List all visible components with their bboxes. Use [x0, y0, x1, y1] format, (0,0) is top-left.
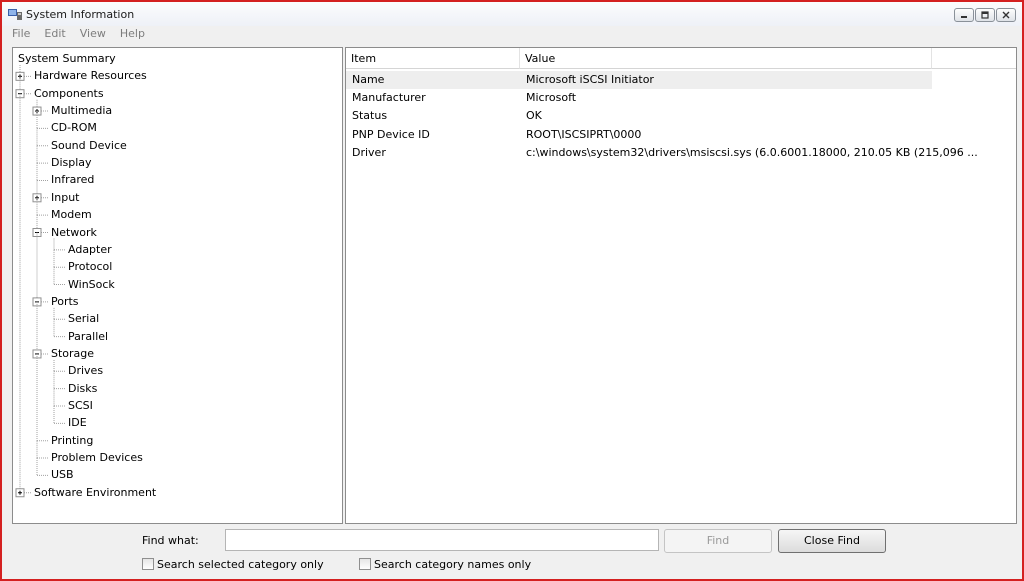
cell-item: PNP Device ID [352, 127, 430, 141]
column-header-value[interactable]: Value [520, 48, 932, 69]
search-selected-category-option[interactable]: Search selected category only [142, 557, 324, 571]
tree-item-modem[interactable]: Modem [51, 208, 92, 222]
cell-item: Manufacturer [352, 91, 426, 105]
tree-item-adapter[interactable]: Adapter [68, 243, 112, 257]
close-find-button[interactable]: Close Find [778, 529, 886, 553]
search-selected-label: Search selected category only [157, 557, 324, 571]
tree-item-serial[interactable]: Serial [68, 312, 99, 326]
cell-item: Name [352, 73, 385, 86]
search-names-label: Search category names only [374, 557, 532, 571]
tree-item-infrared[interactable]: Infrared [51, 173, 94, 187]
cell-item: Driver [352, 145, 386, 159]
tree-item-multimedia[interactable]: Multimedia [51, 104, 112, 118]
cell-value: Microsoft iSCSI Initiator [526, 73, 654, 86]
title-bar[interactable]: System Information [2, 2, 1022, 26]
tree-item-drives[interactable]: Drives [68, 364, 103, 378]
cell-value: c:\windows\system32\drivers\msiscsi.sys … [526, 145, 978, 159]
menu-view[interactable]: View [80, 27, 106, 43]
table-row[interactable]: Driver c:\windows\system32\drivers\msiscs… [346, 144, 978, 162]
tree-item-ports[interactable]: Ports [51, 295, 79, 309]
menu-edit[interactable]: Edit [44, 27, 65, 43]
tree-item-network[interactable]: Network [51, 226, 97, 240]
find-what-label: Find what: [142, 534, 199, 547]
window-title: System Information [26, 8, 135, 21]
expand-icon[interactable] [15, 488, 25, 498]
menu-bar: File Edit View Help [12, 27, 145, 43]
cell-value: OK [526, 109, 542, 123]
cell-item: Status [352, 109, 388, 123]
tree-item-usb[interactable]: USB [51, 468, 74, 482]
tree-item-components[interactable]: Components [34, 87, 104, 101]
table-row[interactable]: Manufacturer Microsoft [346, 89, 932, 107]
tree-item-winsock[interactable]: WinSock [68, 278, 115, 292]
close-window-button[interactable] [996, 8, 1016, 22]
tree-item-parallel[interactable]: Parallel [68, 330, 108, 344]
find-what-input[interactable] [225, 529, 659, 551]
caption-buttons [954, 8, 1016, 22]
tree-item-hardware-resources[interactable]: Hardware Resources [34, 69, 147, 83]
tree-item-system-summary[interactable]: System Summary [18, 52, 116, 66]
cell-value: Microsoft [526, 91, 577, 105]
tree-item-display[interactable]: Display [51, 156, 92, 170]
minimize-icon [961, 16, 967, 18]
tree-item-ide[interactable]: IDE [68, 416, 87, 430]
find-button[interactable]: Find [664, 529, 772, 553]
tree-item-sound-device[interactable]: Sound Device [51, 139, 127, 153]
table-row[interactable]: PNP Device ID ROOT\ISCSIPRT\0000 [346, 126, 932, 144]
table-row[interactable]: Status OK [346, 107, 932, 125]
search-names-checkbox[interactable] [359, 558, 371, 570]
column-header-item[interactable]: Item [346, 48, 520, 69]
tree-item-input[interactable]: Input [51, 191, 79, 205]
tree-item-software-environment[interactable]: Software Environment [34, 486, 156, 500]
search-names-option[interactable]: Search category names only [359, 557, 531, 571]
category-tree[interactable]: System Summary Hardware Resources Componen… [12, 47, 343, 524]
table-row[interactable]: Name Microsoft iSCSI Initiator [346, 71, 932, 89]
minimize-button[interactable] [954, 8, 974, 22]
column-header-filler [932, 48, 1016, 69]
app-window: System Information File Edit View Help S… [0, 0, 1024, 581]
tree-item-printing[interactable]: Printing [51, 434, 93, 448]
tree-item-protocol[interactable]: Protocol [68, 260, 112, 274]
close-icon [1002, 11, 1010, 19]
tree-item-cd-rom[interactable]: CD-ROM [51, 121, 97, 135]
cell-value: ROOT\ISCSIPRT\0000 [526, 127, 642, 141]
menu-help[interactable]: Help [120, 27, 145, 43]
restore-icon [981, 11, 989, 19]
tree-item-scsi[interactable]: SCSI [68, 399, 93, 413]
restore-button[interactable] [975, 8, 995, 22]
tree-item-problem-devices[interactable]: Problem Devices [51, 451, 143, 465]
tree-item-disks[interactable]: Disks [68, 382, 97, 396]
system-information-icon [8, 9, 22, 20]
menu-file[interactable]: File [12, 27, 30, 43]
search-selected-checkbox[interactable] [142, 558, 154, 570]
tree-item-storage[interactable]: Storage [51, 347, 94, 361]
details-list[interactable]: Item Value Name Microsoft iSCSI Initiator… [345, 47, 1017, 524]
